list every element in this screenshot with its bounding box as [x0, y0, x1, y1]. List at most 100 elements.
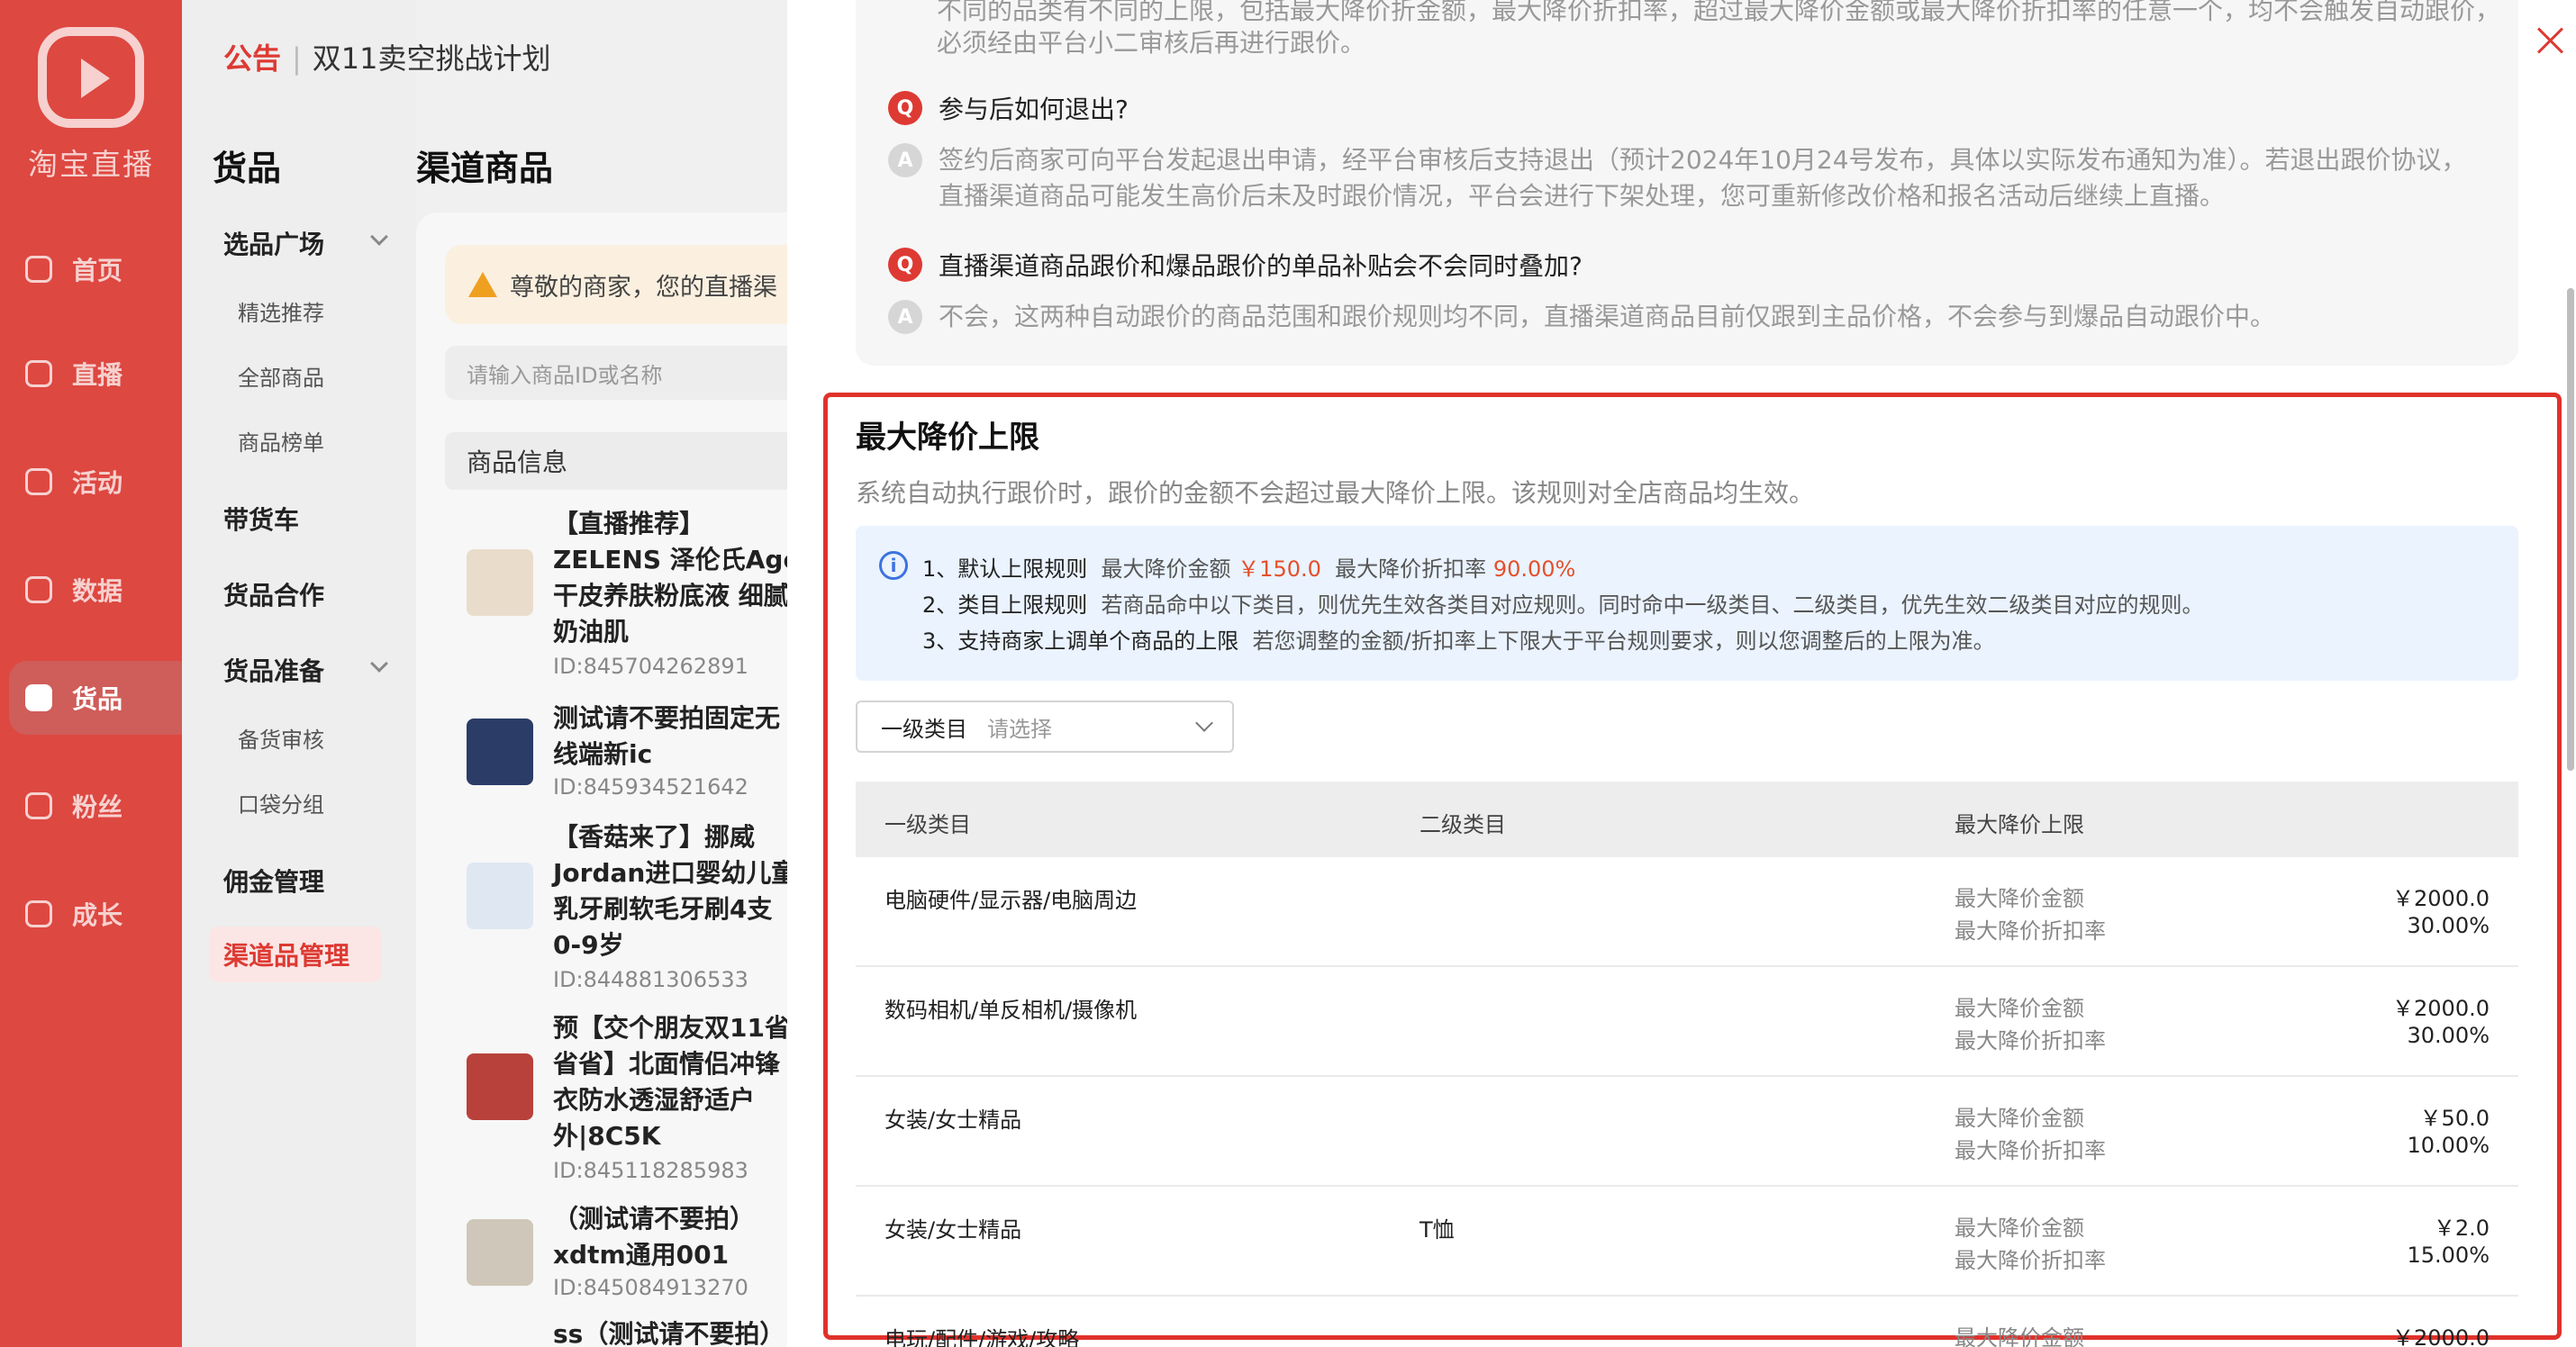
- product-name: 【直播推荐】 ZELENS 泽伦氏Age 干皮养肤粉底液 细腻 奶油肌: [553, 509, 794, 646]
- product-id: ID:845704262891: [553, 654, 748, 679]
- announcement-bar[interactable]: 公告 | 双11卖空挑战计划: [223, 36, 551, 77]
- rail-item-fans[interactable]: 粉丝: [9, 769, 182, 843]
- menu-item-ranking[interactable]: 商品榜单: [238, 425, 324, 457]
- faq-question: Q 参与后如何退出?: [888, 90, 1129, 126]
- amount-label: 最大降价金额: [1955, 996, 2084, 1021]
- home-icon: [25, 256, 52, 283]
- product-name: ss（测试请不要拍）: [553, 1319, 785, 1347]
- table-row: 电玩/配件/游戏/攻略 最大降价金额 ￥2000.0: [856, 1297, 2518, 1347]
- chart-icon: [25, 576, 52, 603]
- table-cell-category1: 电玩/配件/游戏/攻略: [884, 1327, 1080, 1347]
- rule-value: ￥150.0: [1238, 556, 1321, 582]
- app-logo[interactable]: 淘宝直播: [0, 27, 182, 184]
- product-id: ID:844881306533: [553, 967, 748, 992]
- rate-label: 最大降价折扣率: [1955, 1028, 2106, 1053]
- faq-answer-line: 签约后商家可向平台发起退出申请，经平台审核后支持退出（预计2024年10月24号…: [939, 145, 2467, 175]
- product-id: ID:845118285983: [553, 1158, 748, 1183]
- menu-group-label: 带货车: [223, 505, 300, 535]
- amount-label: 最大降价金额: [1955, 886, 2084, 911]
- menu-group-commission[interactable]: 佣金管理: [223, 863, 385, 899]
- announcement-tag: 公告: [223, 41, 282, 76]
- faq-question: Q 直播渠道商品跟价和爆品跟价的单品补贴会不会同时叠加?: [888, 247, 1583, 283]
- rate-label: 最大降价折扣率: [1955, 1248, 2106, 1273]
- table-row: 女装/女士精品 T恤 最大降价金额 ￥2.0 最大降价折扣率 15.00%: [856, 1187, 2518, 1297]
- product-list-panel: 尊敬的商家，您的直播渠 请输入商品ID或名称 商品信息 【直播推荐】 ZELEN…: [416, 212, 794, 1347]
- menu-item-featured[interactable]: 精选推荐: [238, 295, 324, 327]
- close-icon[interactable]: [2536, 27, 2563, 54]
- growth-icon: [25, 900, 52, 927]
- faq-answer: A 签约后商家可向平台发起退出申请，经平台审核后支持退出（预计2024年10月2…: [888, 142, 2467, 214]
- rule-line-category: 2、类目上限规则 若商品命中以下类目，则优先生效各类目对应规则。同时命中一级类目…: [922, 587, 2204, 619]
- faq-question-text: 参与后如何退出?: [939, 95, 1129, 124]
- main-nav-rail: 淘宝直播 首页 直播 活动 数据 货品 粉丝 成长: [0, 0, 182, 1347]
- table-header: 一级类目 二级类目 最大降价上限: [856, 782, 2518, 857]
- table-cell-category2: T恤: [1420, 1217, 1455, 1243]
- chevron-down-icon: [1195, 714, 1213, 732]
- amount-value: ￥2000.0: [2392, 996, 2490, 1021]
- menu-item-pocket-group[interactable]: 口袋分组: [238, 787, 324, 818]
- rule-line-default: 1、默认上限规则 最大降价金额 ￥150.0 最大降价折扣率 90.00%: [922, 551, 1575, 583]
- product-name: （测试请不要拍） xdtm通用001: [553, 1204, 756, 1270]
- goods-icon: [25, 684, 52, 711]
- rate-label: 最大降价折扣率: [1955, 918, 2106, 944]
- rail-item-home[interactable]: 首页: [9, 232, 182, 306]
- product-thumbnail: [467, 549, 533, 616]
- product-name: 【香菇来了】挪威 Jordan进口婴幼儿童 乳牙刷软毛牙刷4支 0-9岁: [553, 822, 794, 960]
- warning-text: 尊敬的商家，您的直播渠: [510, 273, 777, 302]
- rail-item-label: 直播: [72, 360, 123, 390]
- limit-table: 一级类目 二级类目 最大降价上限 电脑硬件/显示器/电脑周边 最大降价金额 ￥2…: [856, 782, 2518, 1347]
- rule-label: 最大降价金额: [1101, 556, 1231, 582]
- table-cell-category1: 女装/女士精品: [884, 1107, 1022, 1133]
- search-placeholder: 请输入商品ID或名称: [467, 362, 663, 388]
- rail-item-label: 货品: [72, 684, 123, 714]
- rail-item-growth[interactable]: 成长: [9, 877, 182, 951]
- rail-item-goods[interactable]: 货品: [9, 661, 182, 735]
- menu-group-selection[interactable]: 选品广场: [223, 225, 388, 261]
- product-name: 预【交个朋友双11省 省省】北面情侣冲锋 衣防水透湿舒适户 外|8C5K: [553, 1013, 790, 1151]
- select-label: 一级类目: [881, 716, 967, 742]
- rail-item-label: 粉丝: [72, 792, 123, 822]
- product-thumbnail: [467, 863, 533, 929]
- amount-value: ￥2.0: [2433, 1216, 2490, 1241]
- menu-group-label: 货品合作: [223, 581, 325, 610]
- rail-item-live[interactable]: 直播: [9, 337, 182, 411]
- product-thumbnail: [467, 1219, 533, 1286]
- search-input[interactable]: 请输入商品ID或名称: [445, 346, 794, 400]
- rail-item-activity[interactable]: 活动: [9, 445, 182, 519]
- rate-label: 最大降价折扣率: [1955, 1138, 2106, 1163]
- limit-section-desc: 系统自动执行跟价时，跟价的金额不会超过最大降价上限。该规则对全店商品均生效。: [856, 478, 1815, 508]
- menu-group-label: 货品准备: [223, 656, 325, 686]
- chevron-down-icon: [370, 655, 388, 673]
- table-row: 电脑硬件/显示器/电脑周边 最大降价金额 ￥2000.0 最大降价折扣率 30.…: [856, 857, 2518, 967]
- rate-value: 15.00%: [2407, 1243, 2490, 1268]
- table-header-cell: 最大降价上限: [1955, 812, 2084, 837]
- menu-item-all-products[interactable]: 全部商品: [238, 360, 324, 392]
- menu-group-label: 佣金管理: [223, 867, 325, 897]
- amount-value: ￥2000.0: [2392, 1325, 2490, 1347]
- announcement-separator: |: [292, 41, 302, 76]
- faq-answer-line: 直播渠道商品可能发生高价后未及时跟价情况，平台会进行下架处理，您可重新修改价格和…: [939, 181, 2226, 211]
- faq-answer-line: 必须经由平台小二审核后再进行跟价。: [937, 28, 1366, 58]
- table-cell-category1: 数码相机/单反相机/摄像机: [884, 998, 1138, 1023]
- drawer-scrollbar[interactable]: [2567, 288, 2574, 771]
- amount-value: ￥2000.0: [2392, 886, 2490, 911]
- rate-value: 30.00%: [2407, 1023, 2490, 1048]
- rail-item-label: 成长: [72, 900, 123, 930]
- rule-line-merchant: 3、支持商家上调单个商品的上限 若您调整的金额/折扣率上下限大于平台规则要求，则…: [922, 623, 1995, 655]
- rail-item-data[interactable]: 数据: [9, 553, 182, 627]
- answer-badge-icon: A: [888, 143, 922, 177]
- rule-value: 90.00%: [1492, 556, 1576, 582]
- product-id: ID:845084913270: [553, 1275, 748, 1300]
- menu-item-channel-goods[interactable]: 渠道品管理: [209, 927, 382, 982]
- product-thumbnail: [467, 1053, 533, 1120]
- question-badge-icon: Q: [888, 91, 922, 125]
- rate-value: 10.00%: [2407, 1133, 2490, 1158]
- taobao-live-logo-icon: [38, 27, 144, 128]
- answer-badge-icon: A: [888, 300, 922, 334]
- rate-value: 30.00%: [2407, 913, 2490, 938]
- menu-item-stock-review[interactable]: 备货审核: [238, 722, 324, 754]
- menu-group-cart[interactable]: 带货车: [223, 501, 385, 537]
- menu-group-prep[interactable]: 货品准备: [223, 652, 388, 688]
- menu-group-cooperation[interactable]: 货品合作: [223, 576, 385, 612]
- category-select[interactable]: 一级类目 请选择: [856, 701, 1234, 753]
